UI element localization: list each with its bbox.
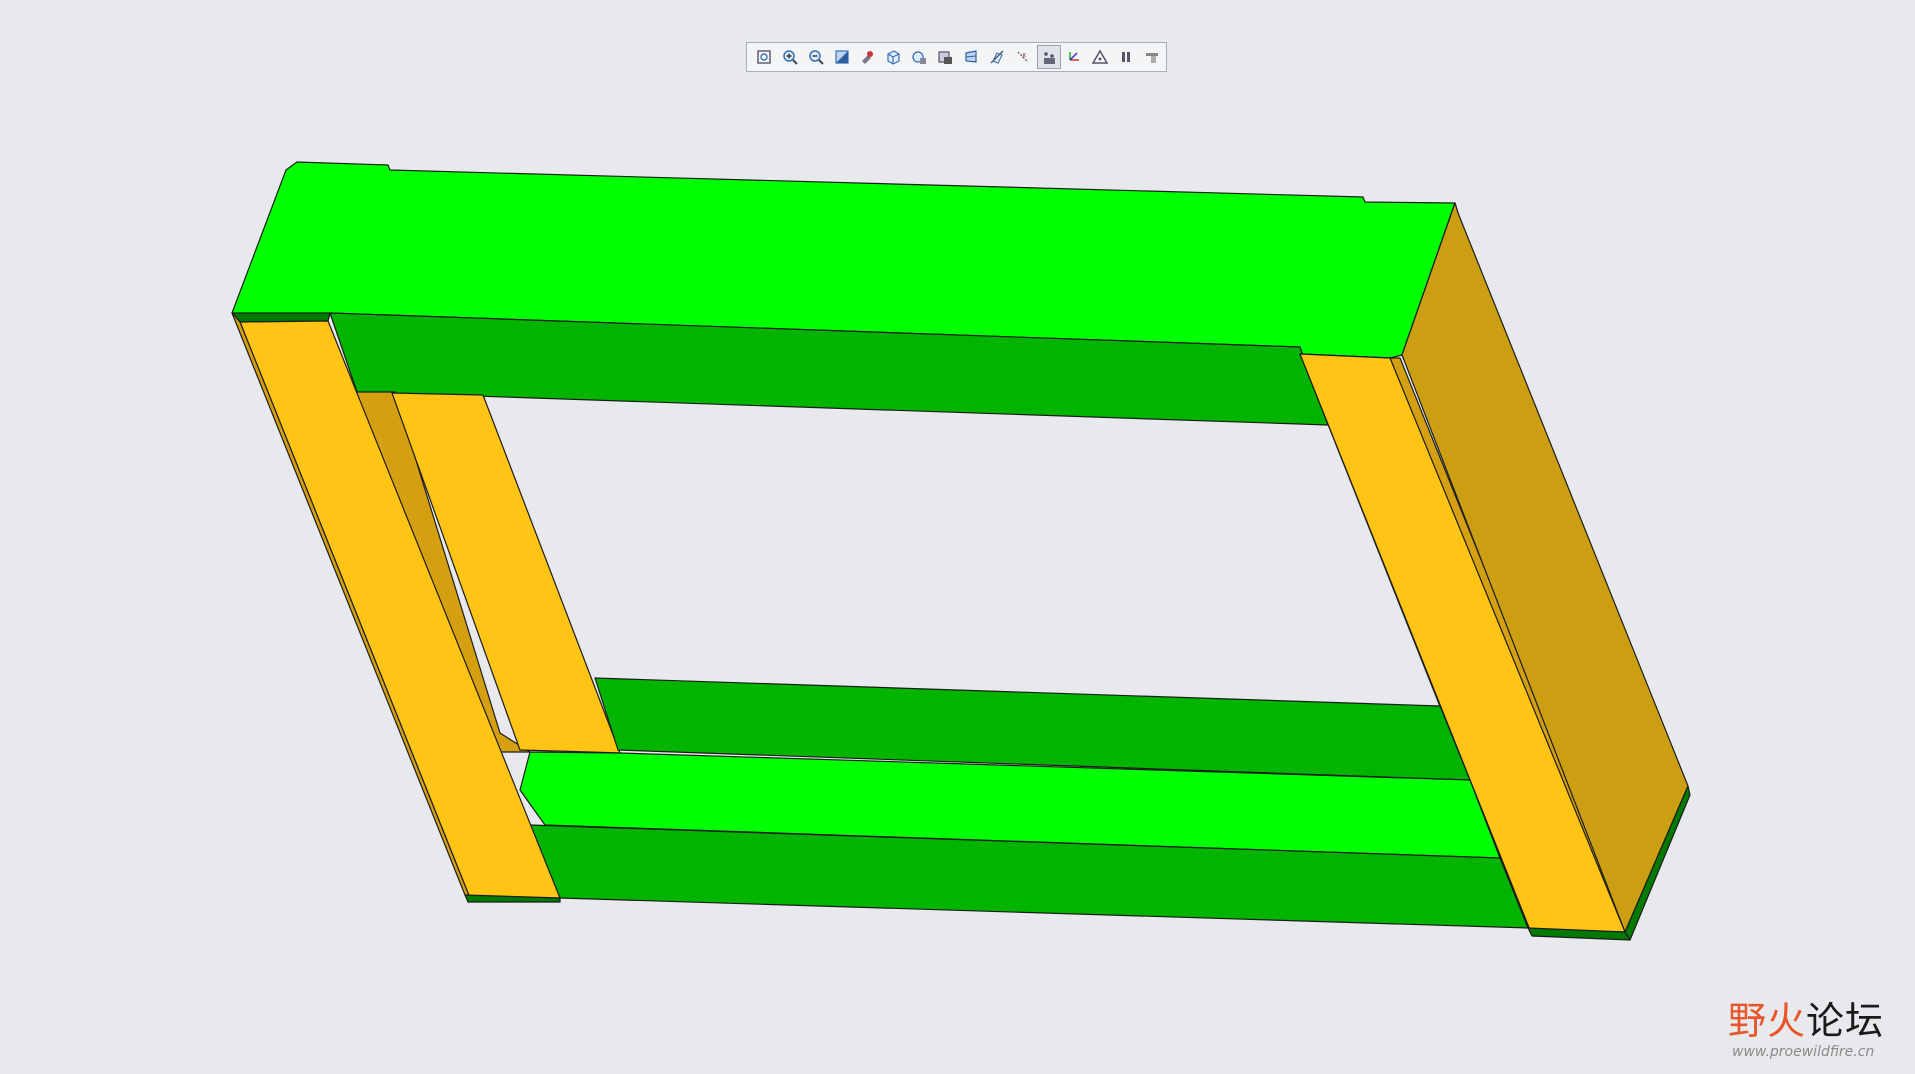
zoom-out-icon <box>808 50 824 65</box>
view-manager-icon <box>912 51 927 64</box>
datum-axes-button[interactable]: x <box>1011 45 1035 69</box>
datum-points-button[interactable] <box>1036 45 1061 69</box>
datum-planes-icon <box>990 50 1004 64</box>
perspective-icon <box>965 50 977 63</box>
3d-frame-model[interactable] <box>0 0 1915 1070</box>
coordinate-systems-icon <box>1069 52 1080 61</box>
annotations-button[interactable] <box>1088 45 1112 69</box>
datum-planes-button[interactable] <box>985 45 1009 69</box>
annotations-icon <box>1092 49 1109 64</box>
display-style-icon <box>938 51 953 64</box>
regenerate-button[interactable] <box>1140 45 1164 69</box>
watermark-title-part1: 野火 <box>1728 999 1807 1043</box>
refit-button[interactable] <box>752 45 776 69</box>
saved-views-button[interactable] <box>881 45 905 69</box>
coord-systems-button[interactable] <box>1063 45 1087 69</box>
watermark: 野火论坛 www.proewildfire.cn <box>1728 998 1898 1064</box>
regenerate-icon <box>1146 53 1159 63</box>
datum-points-icon <box>1043 52 1055 64</box>
watermark-url: www.proewildfire.cn <box>1732 1044 1875 1060</box>
pause-icon <box>1122 52 1131 62</box>
refit-icon <box>757 50 771 64</box>
view-toolbar: x <box>746 42 1167 72</box>
watermark-title-part2: 论坛 <box>1806 999 1885 1043</box>
pause-button[interactable] <box>1114 45 1138 69</box>
view-manager-button[interactable] <box>907 45 931 69</box>
datum-axes-icon: x <box>1017 51 1029 63</box>
watermark-title: 野火论坛 <box>1728 998 1884 1044</box>
perspective-button[interactable] <box>959 45 983 69</box>
svg-text:x: x <box>1022 51 1026 59</box>
repaint-icon <box>834 50 849 64</box>
zoom-in-button[interactable] <box>778 45 802 69</box>
repaint-button[interactable] <box>830 45 854 69</box>
zoom-out-button[interactable] <box>804 45 828 69</box>
saved-orientations-icon <box>887 50 900 65</box>
spin-center-icon <box>862 51 874 64</box>
zoom-in-icon <box>783 50 798 65</box>
display-style-button[interactable] <box>933 45 957 69</box>
spin-center-button[interactable] <box>856 45 880 69</box>
graphics-viewport[interactable] <box>0 0 1915 1070</box>
